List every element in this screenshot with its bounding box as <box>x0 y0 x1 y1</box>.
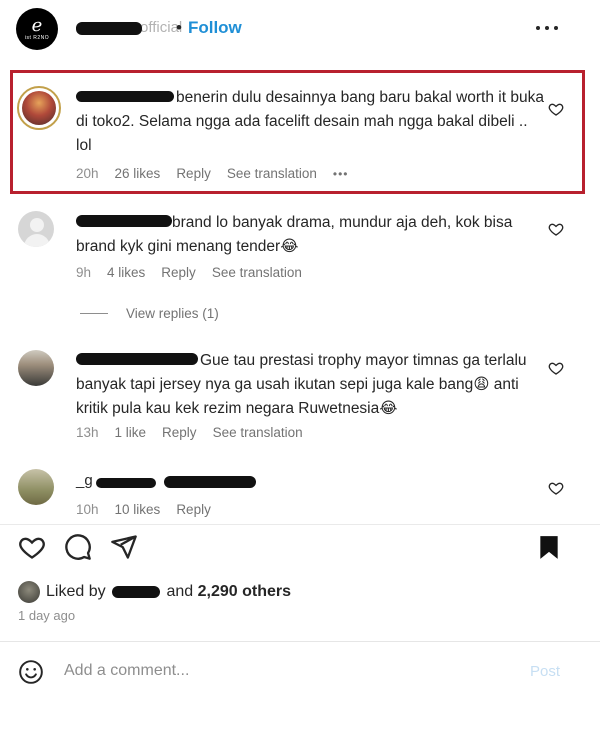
comment-time: 10h <box>76 502 99 517</box>
like-heart-icon[interactable] <box>548 360 564 376</box>
brand-logo-avatar[interactable]: e ist R2NO <box>16 8 58 50</box>
commenter-avatar-default[interactable] <box>18 211 54 247</box>
follow-button[interactable]: Follow <box>188 18 242 37</box>
reply-button[interactable]: Reply <box>176 166 211 181</box>
post-button[interactable]: Post <box>530 663 560 680</box>
liked-by-and: and <box>166 583 194 600</box>
comment-meta: 10h 10 likes Reply <box>76 502 211 517</box>
view-replies-button[interactable]: View replies (1) <box>80 306 219 321</box>
post-age: 1 day ago <box>18 608 76 623</box>
comment-icon[interactable] <box>64 533 92 561</box>
logo-subtext: ist R2NO <box>24 35 50 41</box>
view-replies-line <box>80 313 108 314</box>
commenter-name-prefix: _g <box>76 472 93 489</box>
commenter-avatar[interactable] <box>18 469 54 505</box>
liked-by-others[interactable]: 2,290 others <box>198 583 291 600</box>
actions-divider <box>0 524 600 525</box>
liked-by-avatar <box>18 581 40 603</box>
comment-divider <box>0 641 600 642</box>
commenter-avatar[interactable] <box>18 350 54 386</box>
comment-time: 20h <box>76 166 99 181</box>
more-icon[interactable] <box>536 26 558 30</box>
comment-meta: 13h 1 like Reply See translation <box>76 425 303 440</box>
commenter-name[interactable]: _g <box>76 472 256 490</box>
comment-time: 9h <box>76 265 92 280</box>
comment-likes[interactable]: 10 likes <box>115 502 161 517</box>
logo-mark: e <box>31 15 43 36</box>
see-translation-button[interactable]: See translation <box>227 166 317 181</box>
like-heart-icon[interactable] <box>548 221 564 237</box>
add-comment-input[interactable]: Add a comment... <box>64 662 189 680</box>
comment-text: benerin dulu desainnya bang baru bakal w… <box>76 89 544 154</box>
username-redaction <box>76 22 142 35</box>
commenter-avatar[interactable] <box>17 86 61 130</box>
comment-more-icon[interactable]: ••• <box>333 167 349 181</box>
comment-likes[interactable]: 4 likes <box>107 265 145 280</box>
like-heart-icon[interactable] <box>548 101 564 117</box>
reply-button[interactable]: Reply <box>162 425 197 440</box>
emoji-icon[interactable] <box>18 659 44 685</box>
bookmark-icon[interactable] <box>536 533 562 561</box>
comment-meta: 9h 4 likes Reply See translation <box>76 265 302 280</box>
comment-text: brand lo banyak drama, mundur aja deh, k… <box>76 214 513 255</box>
comment-time: 13h <box>76 425 99 440</box>
comment-meta: 20h 26 likes Reply See translation ••• <box>76 166 349 181</box>
like-heart-icon[interactable] <box>548 480 564 496</box>
liked-by-text[interactable]: Liked by and 2,290 others <box>46 583 291 601</box>
username[interactable]: official <box>76 19 182 38</box>
comment-likes[interactable]: 1 like <box>115 425 147 440</box>
see-translation-button[interactable]: See translation <box>212 265 302 280</box>
see-translation-button[interactable]: See translation <box>213 425 303 440</box>
reply-button[interactable]: Reply <box>176 502 211 517</box>
liked-by-prefix: Liked by <box>46 583 106 600</box>
liked-by-name-redaction <box>112 585 161 598</box>
comment-text: Gue tau prestasi trophy mayor timnas ga … <box>76 352 527 417</box>
view-replies-label: View replies (1) <box>126 306 219 321</box>
separator-dot: • <box>176 18 182 37</box>
reply-button[interactable]: Reply <box>161 265 196 280</box>
follow-group: • Follow <box>176 18 242 38</box>
share-send-icon[interactable] <box>110 533 138 561</box>
heart-icon[interactable] <box>18 533 46 561</box>
comment-likes[interactable]: 26 likes <box>115 166 161 181</box>
